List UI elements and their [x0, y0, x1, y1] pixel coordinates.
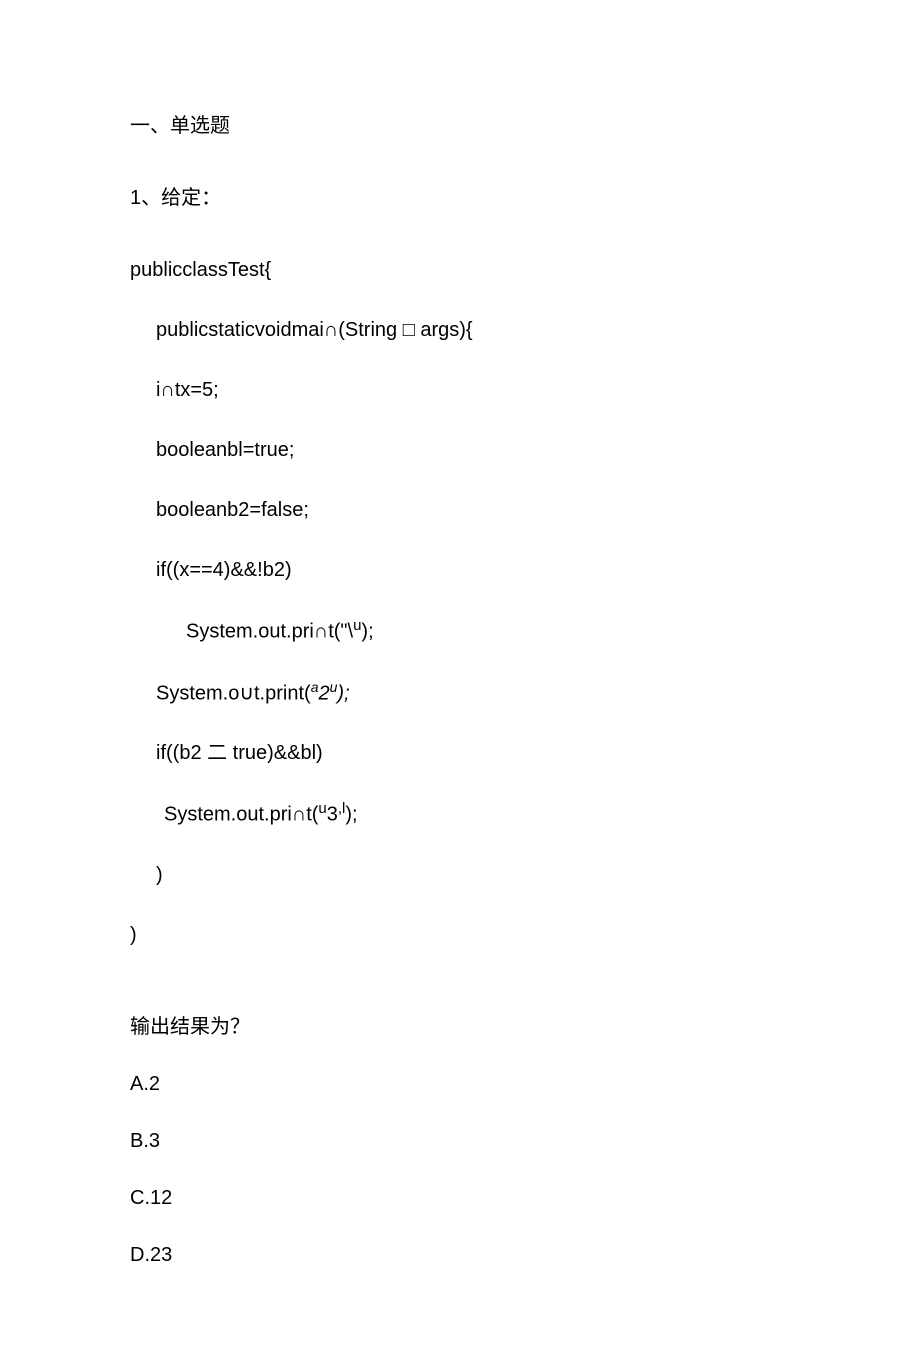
code-text: System.out.pri∩t(	[164, 804, 318, 826]
code-line-6: if((x==4)&&!b2)	[130, 554, 790, 586]
option-d: D.23	[130, 1239, 790, 1271]
code-line-8: System.o∪t.print(a2u);	[130, 676, 790, 710]
code-text: "\	[340, 621, 353, 643]
code-line-7: System.out.pri∩t("\u);	[130, 614, 790, 648]
code-line-10: System.out.pri∩t(u3,l);	[130, 797, 790, 831]
code-text: System.out.pri∩t(	[186, 621, 340, 643]
option-c: C.12	[130, 1182, 790, 1214]
code-italic: 2	[318, 682, 329, 704]
code-text: );	[361, 621, 373, 643]
code-text: System.o∪t.print(	[156, 682, 311, 704]
code-line-5: booleanb2=false;	[130, 494, 790, 526]
code-line-12: )	[130, 919, 790, 951]
section-title: 一、单选题	[130, 110, 790, 142]
option-b: B.3	[130, 1125, 790, 1157]
code-line-4: booleanbl=true;	[130, 434, 790, 466]
result-prompt: 输出结果为？	[130, 1011, 790, 1043]
code-line-2: publicstaticvoidmai∩(String □ args){	[130, 314, 790, 346]
option-a: A.2	[130, 1068, 790, 1100]
code-line-3: i∩tx=5;	[130, 374, 790, 406]
code-line-1: publicclassTest{	[130, 254, 790, 286]
code-line-9: if((b2 ⼆ true)&&bl)	[130, 737, 790, 769]
question-prompt: 1、给定：	[130, 182, 790, 214]
code-text: );	[345, 804, 357, 826]
code-italic: );	[337, 682, 349, 704]
code-line-11: )	[130, 859, 790, 891]
code-superscript: u	[318, 800, 326, 817]
code-text: 3	[327, 804, 338, 826]
